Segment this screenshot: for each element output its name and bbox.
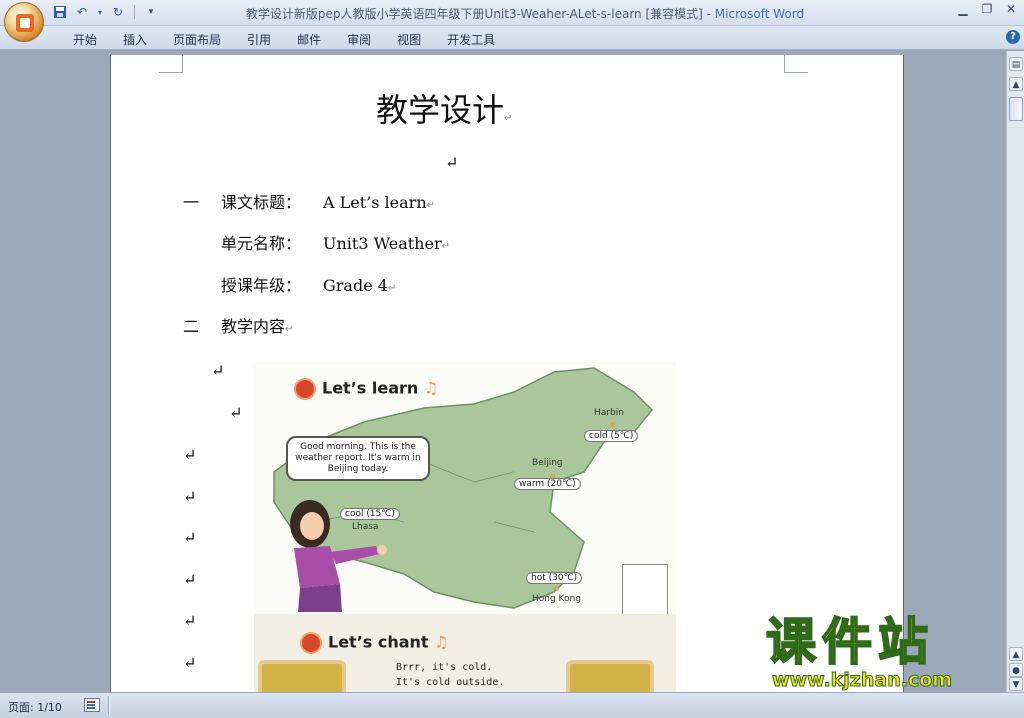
tab-view[interactable]: 视图: [384, 31, 434, 48]
previous-page-icon[interactable]: ▲: [1009, 647, 1023, 661]
section-line: 二教学内容↵: [183, 317, 294, 336]
teacher-illustration: [290, 500, 387, 612]
paragraph-mark: ↵: [504, 113, 513, 124]
section-value: A Let’s learn: [323, 193, 427, 212]
scroll-up-icon[interactable]: ▲: [1009, 77, 1023, 91]
embedded-image[interactable]: Let’s learn ♫ Good morning. This is the …: [254, 362, 676, 692]
city-dot: [554, 586, 559, 591]
section-value: Grade 4: [323, 276, 388, 295]
paragraph-mark: ↵: [183, 570, 197, 589]
vertical-scrollbar[interactable]: ▤ ▲ ▲ ● ▼: [1006, 51, 1024, 692]
margin-marker: [784, 55, 808, 73]
close-icon[interactable]: ✕: [1004, 2, 1018, 16]
paragraph-mark: ↵: [229, 403, 243, 422]
office-button[interactable]: [4, 2, 44, 42]
doc-title: 教学设计↵: [376, 91, 513, 129]
window-title: 教学设计新版pep人教版小学英语四年级下册Unit3-Weaher-ALet-s…: [200, 5, 850, 22]
city-label: Hong Kong: [532, 594, 581, 604]
city-label: Harbin: [594, 408, 624, 418]
proofing-icon[interactable]: [84, 698, 100, 712]
section-label: 单元名称：: [221, 234, 302, 253]
watermark-text: 课件站: [765, 613, 934, 671]
undo-icon[interactable]: ↶: [74, 4, 90, 20]
window-controls: ▁ ❐ ✕: [956, 2, 1018, 16]
select-browse-object-icon[interactable]: ●: [1009, 663, 1023, 677]
toolbar-separator: [134, 5, 135, 19]
ribbon-tabs: 开始 插入 页面布局 引用 邮件 审阅 视图 开发工具 ?: [0, 26, 1024, 50]
tab-page-layout[interactable]: 页面布局: [160, 31, 234, 48]
paragraph-mark: ↵: [183, 487, 197, 506]
tab-mailings[interactable]: 邮件: [284, 31, 334, 48]
chant-text: Brrr, it's cold. It's cold outside.: [396, 662, 505, 688]
redo-icon[interactable]: ↻: [110, 4, 126, 20]
weather-tag: warm (20℃): [514, 478, 581, 490]
tab-insert[interactable]: 插入: [110, 31, 160, 48]
city-dot: [610, 422, 615, 427]
section-line: 单元名称： Unit3 Weather↵: [183, 230, 450, 254]
app-name: Microsoft Word: [714, 7, 805, 21]
page-indicator[interactable]: 页面: 1/10: [8, 699, 62, 715]
tab-references[interactable]: 引用: [234, 31, 284, 48]
title-bar: ↶ ▾ ↻ ▾ 教学设计新版pep人教版小学英语四年级下册Unit3-Weahe…: [0, 0, 1024, 26]
status-bar: 页面: 1/10: [0, 692, 1024, 718]
section-line: 一课文标题： A Let’s learn↵: [183, 189, 435, 213]
weather-tag: cold (5℃): [584, 430, 639, 442]
speech-bubble: Good morning. This is the weather report…: [286, 436, 430, 481]
picture-frame: [258, 660, 346, 692]
site-watermark: 课件站 www.kjzhan.com: [765, 613, 953, 692]
tab-review[interactable]: 审阅: [334, 31, 384, 48]
document-page[interactable]: 教学设计↵ ↵ 一课文标题： A Let’s learn↵ 单元名称： Unit3 …: [110, 55, 904, 692]
minimize-icon[interactable]: ▁: [956, 2, 970, 16]
status-divider: [108, 696, 110, 714]
paragraph-mark: ↵: [183, 653, 197, 672]
restore-icon[interactable]: ❐: [980, 2, 994, 16]
section-line: 授课年级： Grade 4↵: [183, 272, 396, 296]
section-value: Unit3 Weather: [323, 234, 442, 253]
next-page-icon[interactable]: ▼: [1009, 677, 1023, 691]
section-label: 教学内容: [221, 317, 286, 336]
lets-chant-heading: Let’s chant ♫: [300, 632, 449, 654]
lesson-badge-icon: [294, 378, 316, 400]
ruler-toggle-icon[interactable]: ▤: [1009, 57, 1023, 71]
customize-toolbar-icon[interactable]: ▾: [143, 4, 159, 20]
paragraph-mark: ↵: [183, 611, 197, 630]
scroll-thumb[interactable]: [1009, 97, 1023, 121]
paragraph-mark: ↵: [211, 361, 225, 380]
paragraph-mark: ↵: [183, 528, 197, 547]
document-workspace: 教学设计↵ ↵ 一课文标题： A Let’s learn↵ 单元名称： Unit3 …: [0, 51, 1006, 692]
lesson-badge-icon: [300, 632, 322, 654]
south-china-sea-inset: [622, 564, 668, 616]
paragraph-mark: ↵: [445, 153, 459, 172]
lets-learn-heading: Let’s learn ♫: [294, 378, 438, 400]
tab-home[interactable]: 开始: [60, 31, 110, 48]
save-icon[interactable]: [52, 4, 68, 20]
paragraph-mark: ↵: [183, 445, 197, 464]
quick-access-toolbar: ↶ ▾ ↻ ▾: [52, 4, 159, 20]
city-label: Beijing: [532, 458, 563, 468]
watermark-url: www.kjzhan.com: [771, 669, 953, 692]
weather-tag: hot (30℃): [526, 572, 583, 584]
undo-dropdown-icon[interactable]: ▾: [96, 4, 104, 20]
office-logo-icon: [16, 14, 34, 32]
help-icon[interactable]: ?: [1006, 30, 1020, 44]
margin-marker: [159, 55, 183, 73]
section-label: 课文标题：: [221, 193, 302, 212]
tab-developer[interactable]: 开发工具: [434, 31, 508, 48]
document-name: 教学设计新版pep人教版小学英语四年级下册Unit3-Weaher-ALet-s…: [245, 7, 715, 21]
section-label: 授课年级：: [221, 276, 302, 295]
picture-frame: [566, 660, 654, 692]
